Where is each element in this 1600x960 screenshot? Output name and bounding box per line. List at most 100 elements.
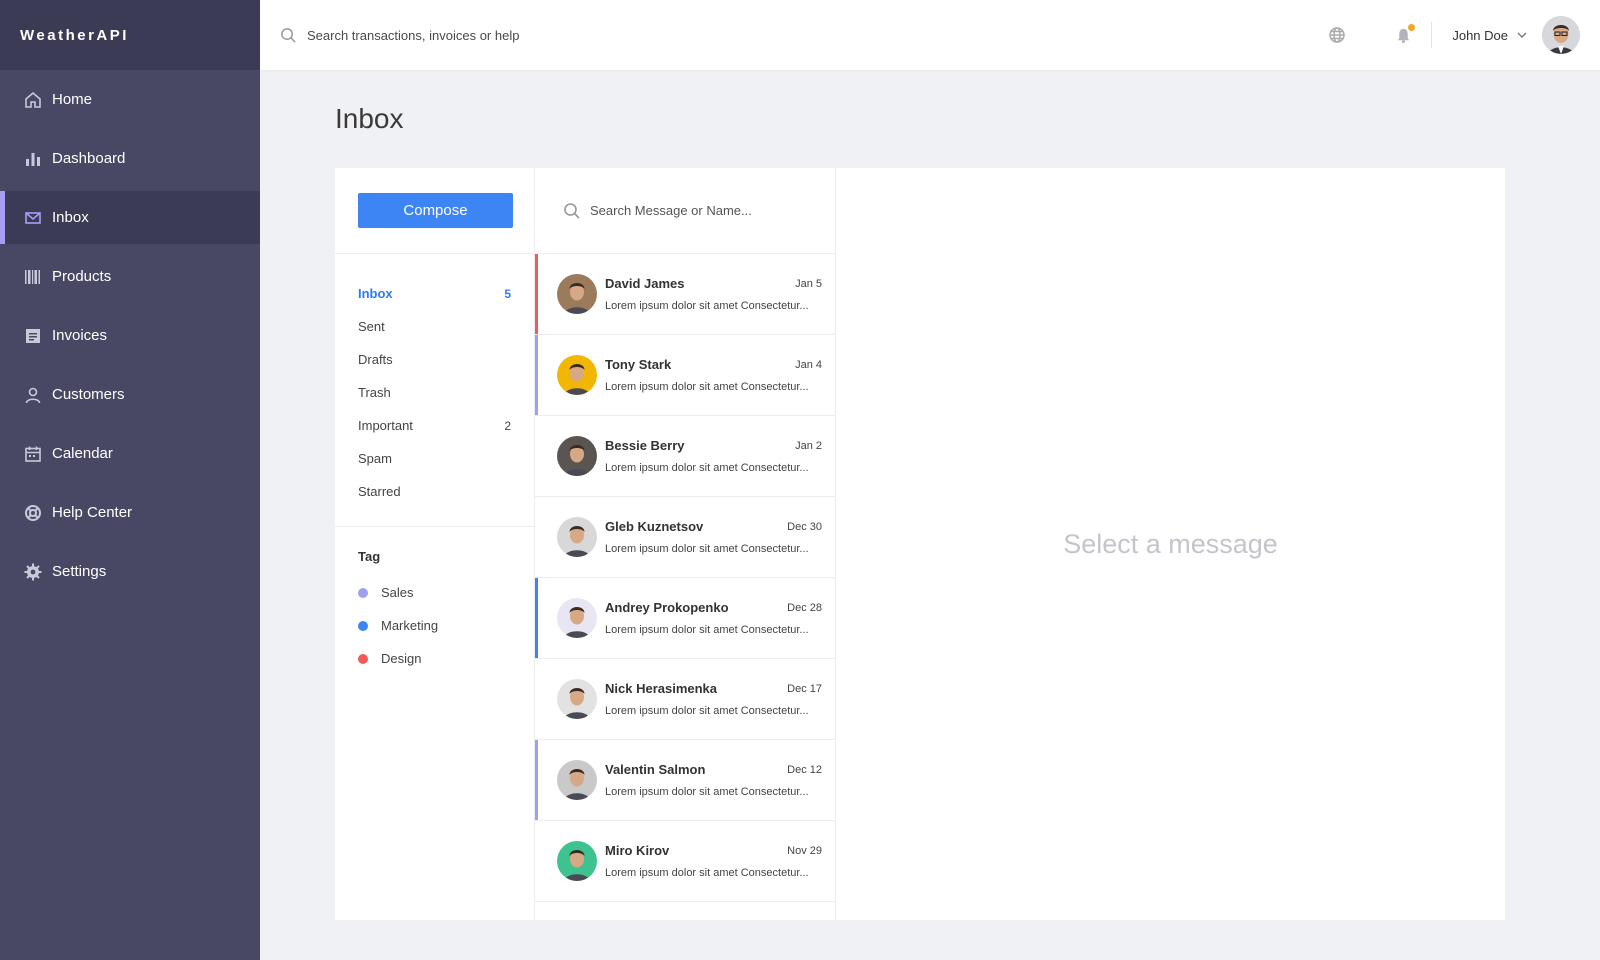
sidebar-item-calendar[interactable]: Calendar xyxy=(0,427,260,480)
tag-item-marketing[interactable]: Marketing xyxy=(358,609,511,642)
home-icon xyxy=(24,91,42,109)
message-tag-bar xyxy=(535,416,538,496)
folder-item-sent[interactable]: Sent xyxy=(358,310,511,343)
avatar[interactable] xyxy=(1542,16,1580,54)
message-preview: Lorem ipsum dolor sit amet Consectetur..… xyxy=(605,543,809,555)
message-item[interactable]: Tony Stark Jan 4 Lorem ipsum dolor sit ame… xyxy=(535,335,835,416)
message-preview: Lorem ipsum dolor sit amet Consectetur..… xyxy=(605,381,809,393)
message-body: Miro Kirov Nov 29 Lorem ipsum dolor sit am… xyxy=(605,843,822,879)
message-preview: Lorem ipsum dolor sit amet Consectetur..… xyxy=(605,786,809,798)
folder-item-inbox[interactable]: Inbox 5 xyxy=(358,277,511,310)
chevron-down-icon[interactable] xyxy=(1516,29,1528,41)
sidebar-item-settings[interactable]: Settings xyxy=(0,545,260,598)
tag-dot xyxy=(358,653,368,664)
lifebuoy-icon xyxy=(24,504,42,522)
tag-label: Sales xyxy=(381,585,414,600)
message-tag-bar xyxy=(535,821,538,901)
sidebar-item-customers[interactable]: Customers xyxy=(0,368,260,421)
topbar-divider xyxy=(1431,22,1433,48)
message-item[interactable]: Nick Herasimenka Dec 17 Lorem ipsum dolor … xyxy=(535,659,835,740)
tag-item-sales[interactable]: Sales xyxy=(358,576,511,609)
tag-title: Tag xyxy=(358,549,381,564)
message-date: Jan 4 xyxy=(795,358,822,371)
avatar xyxy=(557,841,597,881)
message-list: David James Jan 5 Lorem ipsum dolor sit am… xyxy=(535,254,835,902)
message-tag-bar xyxy=(535,578,538,658)
message-head: David James Jan 5 xyxy=(605,276,822,291)
sidebar-item-home[interactable]: Home xyxy=(0,73,260,126)
tag-label: Marketing xyxy=(381,618,439,633)
folder-column: Compose Inbox 5 Sent Drafts Trash Import… xyxy=(335,168,535,920)
folder-count: 5 xyxy=(504,286,511,301)
message-item[interactable]: David James Jan 5 Lorem ipsum dolor sit am… xyxy=(535,254,835,335)
sidebar-item-products[interactable]: Products xyxy=(0,250,260,303)
sender-name: Bessie Berry xyxy=(605,438,685,453)
message-preview: Lorem ipsum dolor sit amet Consectetur..… xyxy=(605,624,809,636)
avatar-image xyxy=(557,598,597,638)
message-preview: Lorem ipsum dolor sit amet Consectetur..… xyxy=(605,705,809,717)
folder-item-important[interactable]: Important 2 xyxy=(358,409,511,442)
message-head: Valentin Salmon Dec 12 xyxy=(605,762,822,777)
page-title: Inbox xyxy=(335,103,404,134)
folder-label: Drafts xyxy=(358,352,393,367)
avatar-image xyxy=(557,760,597,800)
tag-dot xyxy=(358,587,368,598)
message-date: Jan 5 xyxy=(795,277,822,290)
compose-button[interactable]: Compose xyxy=(358,193,513,228)
message-item[interactable]: Gleb Kuznetsov Dec 30 Lorem ipsum dolor si… xyxy=(535,497,835,578)
sidebar-item-help-center[interactable]: Help Center xyxy=(0,486,260,539)
message-head: Nick Herasimenka Dec 17 xyxy=(605,681,822,696)
folder-item-drafts[interactable]: Drafts xyxy=(358,343,511,376)
sender-name: Valentin Salmon xyxy=(605,762,706,777)
avatar xyxy=(557,436,597,476)
notification-dot xyxy=(1408,24,1416,31)
global-search-input[interactable] xyxy=(307,27,707,43)
avatar-image xyxy=(557,679,597,719)
folder-label: Spam xyxy=(358,451,392,466)
message-tag-bar xyxy=(535,254,538,334)
folder-label: Important xyxy=(358,418,413,433)
message-item[interactable]: Miro Kirov Nov 29 Lorem ipsum dolor sit am… xyxy=(535,821,835,902)
avatar-image xyxy=(557,436,597,476)
message-item[interactable]: Andrey Prokopenko Dec 28 Lorem ipsum dolor… xyxy=(535,578,835,659)
sender-name: Miro Kirov xyxy=(605,843,670,858)
receipt-icon xyxy=(24,327,42,345)
folder-item-trash[interactable]: Trash xyxy=(358,376,511,409)
message-date: Dec 30 xyxy=(787,520,822,533)
folder-list: Inbox 5 Sent Drafts Trash Important 2 Sp… xyxy=(335,254,534,527)
message-date: Dec 12 xyxy=(787,763,822,776)
sidebar-item-dashboard[interactable]: Dashboard xyxy=(0,132,260,185)
message-search-input[interactable] xyxy=(590,203,810,218)
barcode-icon xyxy=(24,268,42,286)
folder-count: 2 xyxy=(504,418,511,433)
message-tag-bar xyxy=(535,740,538,820)
message-head: Tony Stark Jan 4 xyxy=(605,357,822,372)
language-button[interactable] xyxy=(1327,25,1347,45)
folder-item-starred[interactable]: Starred xyxy=(358,475,511,508)
sidebar-item-label: Inbox xyxy=(52,209,89,226)
user-avatar-image xyxy=(1542,16,1580,54)
sidebar-item-invoices[interactable]: Invoices xyxy=(0,309,260,362)
folder-label: Inbox xyxy=(358,286,393,301)
tag-label: Design xyxy=(381,651,422,666)
message-head: Gleb Kuznetsov Dec 30 xyxy=(605,519,822,534)
avatar xyxy=(557,679,597,719)
message-tag-bar xyxy=(535,335,538,415)
message-body: Tony Stark Jan 4 Lorem ipsum dolor sit ame… xyxy=(605,357,822,393)
notifications-button[interactable] xyxy=(1393,24,1416,45)
folder-item-spam[interactable]: Spam xyxy=(358,442,511,475)
sidebar-item-inbox[interactable]: Inbox xyxy=(0,191,260,244)
message-item[interactable]: Bessie Berry Jan 2 Lorem ipsum dolor sit a… xyxy=(535,416,835,497)
brand-logo[interactable]: WeatherAPI xyxy=(0,0,260,70)
message-item[interactable]: Valentin Salmon Dec 12 Lorem ipsum dolor s… xyxy=(535,740,835,821)
avatar-image xyxy=(557,274,597,314)
folder-label: Sent xyxy=(358,319,385,334)
mail-icon xyxy=(24,209,42,227)
user-name[interactable]: John Doe xyxy=(1452,28,1508,43)
compose-area: Compose xyxy=(335,168,534,254)
tag-item-design[interactable]: Design xyxy=(358,642,511,675)
message-preview: Lorem ipsum dolor sit amet Consectetur..… xyxy=(605,462,809,474)
search-icon xyxy=(281,27,296,43)
sidebar-item-label: Products xyxy=(52,268,112,285)
topbar: John Doe xyxy=(260,0,1600,70)
